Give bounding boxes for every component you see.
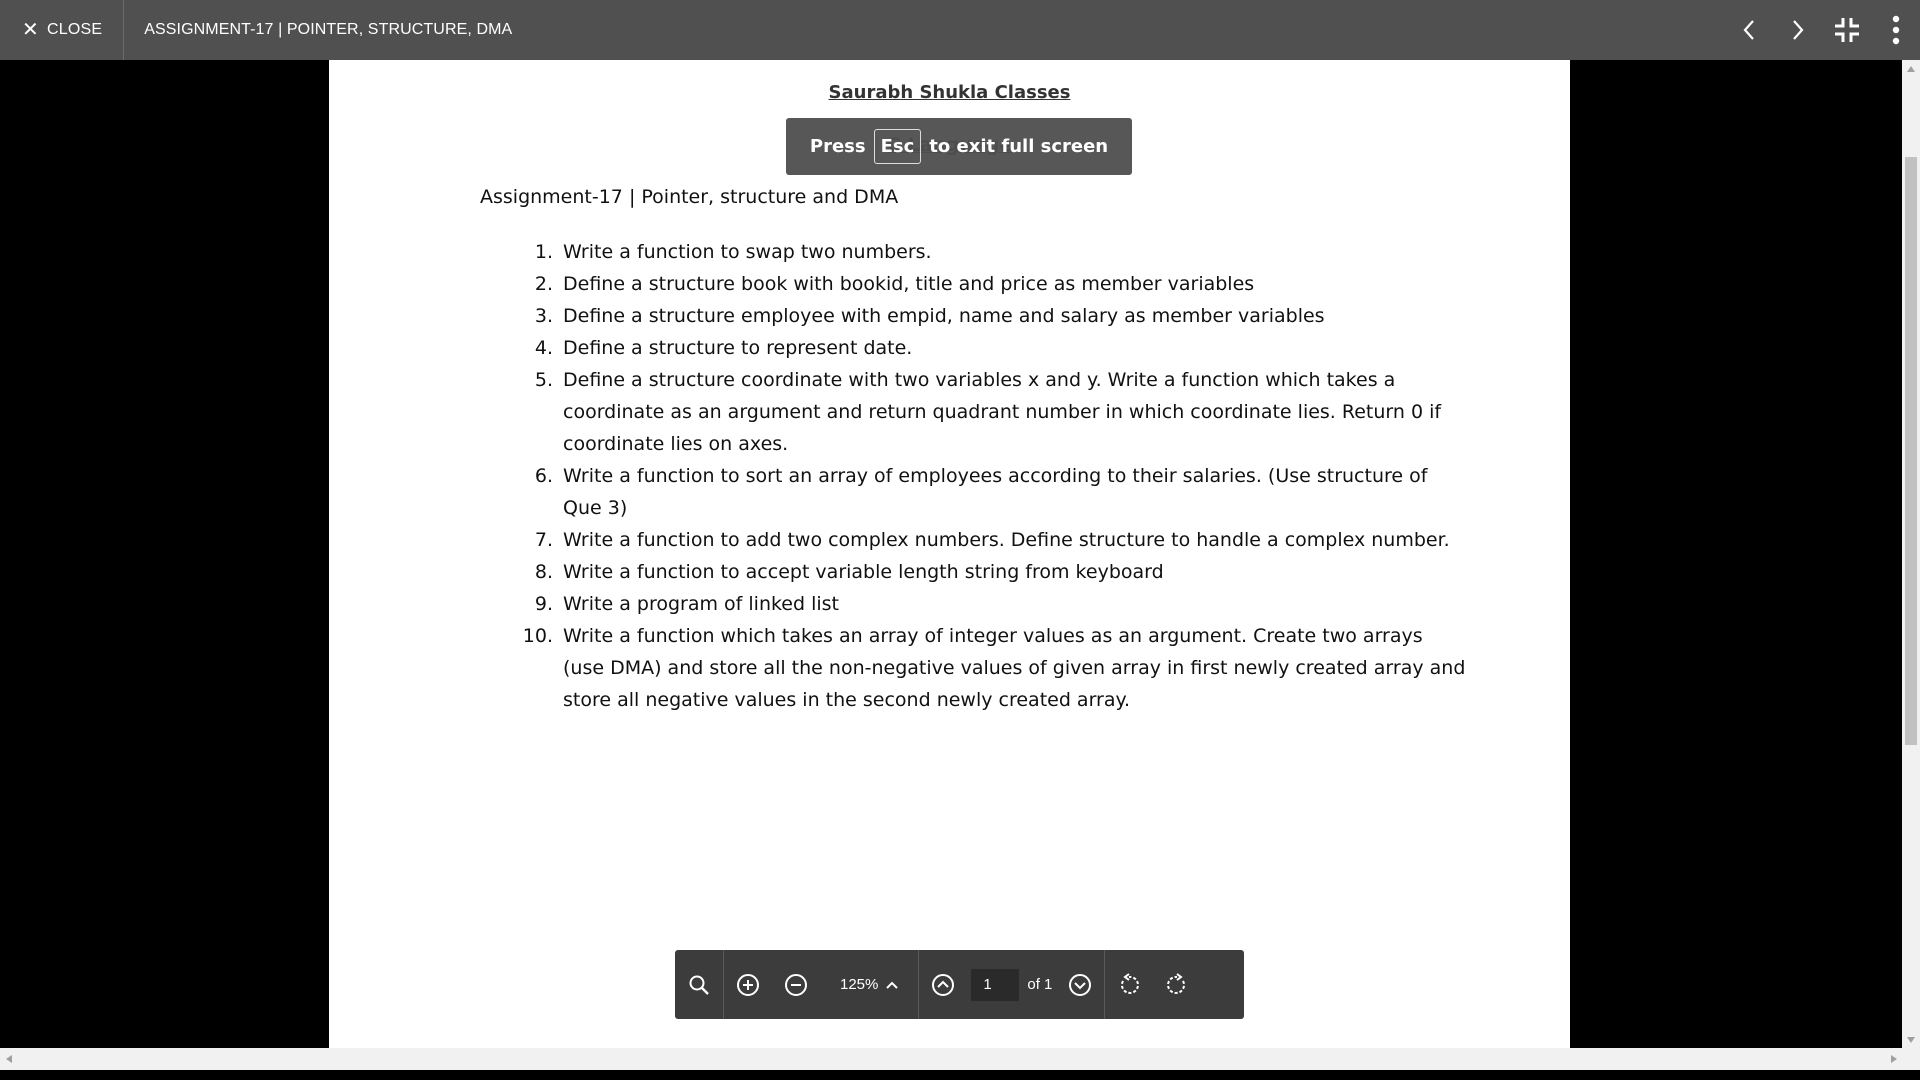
document-title: ASSIGNMENT-17 | POINTER, STRUCTURE, DMA <box>144 21 513 38</box>
page-count-label: of 1 <box>1027 976 1053 993</box>
question-number: 7. <box>534 529 553 551</box>
question-number: 4. <box>534 337 553 359</box>
exit-fullscreen-button[interactable] <box>1822 0 1871 60</box>
previous-button[interactable] <box>1724 0 1773 60</box>
question-text: Write a program of linked list <box>563 593 840 615</box>
more-options-icon <box>1892 15 1899 45</box>
zoom-in-button[interactable] <box>724 950 772 1019</box>
rotate-left-icon <box>1121 972 1140 994</box>
list-item: 3. Define a structure employee with empid… <box>508 300 1468 332</box>
close-label: CLOSE <box>46 21 103 38</box>
school-heading: Saurabh Shukla Classes <box>828 82 1071 103</box>
scroll-left-arrow[interactable] <box>0 1048 17 1070</box>
horizontal-scrollbar[interactable] <box>0 1048 1920 1070</box>
rotate-left-button[interactable] <box>1105 950 1153 1019</box>
close-icon: ✕ <box>22 19 39 41</box>
question-number: 3. <box>534 305 553 327</box>
fullscreen-toast: Press Esc to exit full screen <box>786 118 1132 175</box>
list-item: 4. Define a structure to represent date. <box>508 332 1468 364</box>
list-item: 8. Write a function to accept variable le… <box>508 556 1468 588</box>
pdf-toolbar: 125% of 1 <box>675 950 1244 1019</box>
zoom-level-dropdown[interactable]: 125% <box>834 969 904 1001</box>
previous-page-icon <box>932 973 955 996</box>
scroll-down-arrow[interactable] <box>1902 1031 1920 1048</box>
question-text: Write a function to add two complex numb… <box>563 529 1450 551</box>
question-text: Write a function to sort an array of emp… <box>563 465 1428 519</box>
question-text: Write a function to swap two numbers. <box>563 241 932 263</box>
arrow-down-icon <box>1907 1036 1915 1043</box>
arrow-up-icon <box>1907 65 1915 72</box>
vertical-scrollbar[interactable] <box>1902 60 1920 1048</box>
next-page-icon <box>1069 973 1092 996</box>
list-item: 10. Write a function which takes an array… <box>508 620 1468 716</box>
esc-key-badge: Esc <box>873 129 922 164</box>
page-number-input[interactable] <box>971 968 1020 1001</box>
question-number: 5. <box>534 369 553 391</box>
chevron-up-icon <box>886 981 899 989</box>
question-number: 8. <box>534 561 553 583</box>
question-number: 2. <box>534 273 553 295</box>
more-options-button[interactable] <box>1871 0 1920 60</box>
question-number: 6. <box>534 465 553 487</box>
question-text: Define a structure employee with empid, … <box>563 305 1325 327</box>
zoom-out-icon <box>785 973 807 996</box>
question-number: 1. <box>534 241 553 263</box>
question-text: Define a structure coordinate with two v… <box>563 369 1442 455</box>
topbar-actions <box>1724 0 1920 60</box>
next-button[interactable] <box>1773 0 1822 60</box>
toast-rest-text: to exit full screen <box>929 136 1109 157</box>
close-button[interactable]: ✕ CLOSE <box>0 0 123 60</box>
document-page: Saurabh Shukla Classes C Language Assign… <box>329 60 1570 1048</box>
list-item: 7. Write a function to add two complex nu… <box>508 524 1468 556</box>
list-item: 9. Write a program of linked list <box>508 588 1468 620</box>
list-item: 1. Write a function to swap two numbers. <box>508 236 1468 268</box>
list-item: 2. Define a structure book with bookid, t… <box>508 268 1468 300</box>
question-text: Write a function to accept variable leng… <box>563 561 1164 583</box>
previous-page-button[interactable] <box>919 950 967 1019</box>
question-text: Define a structure to represent date. <box>563 337 913 359</box>
question-list: 1. Write a function to swap two numbers. … <box>508 236 1468 716</box>
assignment-title: Assignment-17 | Pointer, structure and D… <box>480 186 899 208</box>
list-item: 5. Define a structure coordinate with two… <box>508 364 1468 460</box>
vertical-scroll-thumb[interactable] <box>1905 157 1917 745</box>
question-text: Write a function which takes an array of… <box>563 625 1466 711</box>
search-icon <box>689 975 709 995</box>
prev-icon <box>1743 20 1754 40</box>
next-icon <box>1792 20 1803 40</box>
rotate-right-button[interactable] <box>1153 950 1201 1019</box>
zoom-level: 125% <box>840 976 879 993</box>
zoom-out-button[interactable] <box>772 950 820 1019</box>
top-bar: ✕ CLOSE ASSIGNMENT-17 | POINTER, STRUCTU… <box>0 0 1920 60</box>
scroll-right-arrow[interactable] <box>1885 1048 1902 1070</box>
rotate-right-icon <box>1167 972 1186 994</box>
list-item: 6. Write a function to sort an array of e… <box>508 460 1468 524</box>
question-number: 10. <box>522 625 553 647</box>
bottom-strip <box>0 1070 1920 1080</box>
zoom-in-icon <box>737 973 759 996</box>
next-page-button[interactable] <box>1056 950 1104 1019</box>
arrow-right-icon <box>1890 1055 1897 1063</box>
arrow-left-icon <box>5 1055 12 1063</box>
search-button[interactable] <box>675 950 723 1019</box>
scroll-up-arrow[interactable] <box>1902 60 1920 77</box>
document-viewer[interactable]: Saurabh Shukla Classes C Language Assign… <box>0 60 1902 1048</box>
exit-fullscreen-icon <box>1834 18 1859 42</box>
toast-press-text: Press <box>809 136 866 157</box>
question-text: Define a structure book with bookid, tit… <box>563 273 1255 295</box>
question-number: 9. <box>534 593 553 615</box>
